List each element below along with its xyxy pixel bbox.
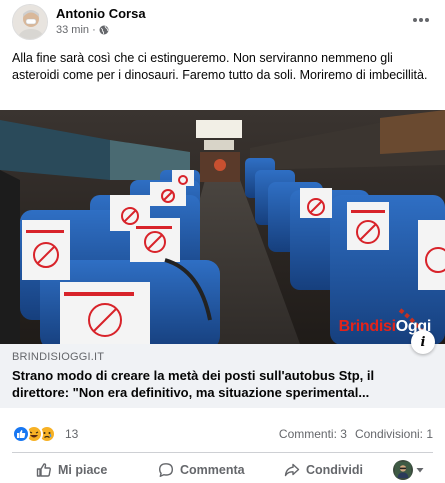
post-header: Antonio Corsa 33 min · <box>0 0 445 44</box>
divider <box>12 452 433 453</box>
author-avatar[interactable] <box>12 4 48 40</box>
comments-count[interactable]: Commenti: 3 <box>279 427 347 441</box>
reaction-count[interactable]: 13 <box>65 427 78 441</box>
reaction-profile-selector[interactable] <box>393 456 424 483</box>
post-timestamp[interactable]: 33 min · <box>56 24 96 36</box>
like-button[interactable]: Mi piace <box>36 456 107 483</box>
like-label: Mi piace <box>58 463 108 477</box>
caret-down-icon <box>416 468 424 473</box>
like-reaction-icon <box>12 425 30 443</box>
link-preview[interactable]: i BRINDISIOGGI.IT Strano modo di creare … <box>0 330 445 408</box>
more-options-button[interactable] <box>409 10 433 30</box>
comment-bubble-icon <box>159 463 173 477</box>
post-image[interactable]: BrindisiOggi <box>0 110 445 344</box>
post-actions: Mi piace Commenta Condividi <box>0 456 445 483</box>
post-meta: 33 min · <box>56 24 109 36</box>
more-horizontal-icon <box>413 18 429 22</box>
thumb-up-icon <box>36 463 51 477</box>
share-button[interactable]: Condividi <box>284 456 363 483</box>
comment-button[interactable]: Commenta <box>158 456 245 483</box>
share-label: Condividi <box>306 463 363 477</box>
engagement-counts: Commenti: 3 Condivisioni: 1 <box>279 427 433 441</box>
comment-label: Commenta <box>180 463 245 477</box>
watermark-brindisi: Brindisi <box>338 318 396 335</box>
link-title[interactable]: Strano modo di creare la metà dei posti … <box>12 367 432 401</box>
author-name[interactable]: Antonio Corsa <box>56 6 146 21</box>
link-domain: BRINDISIOGGI.IT <box>12 351 105 363</box>
info-icon[interactable]: i <box>411 330 435 354</box>
user-mini-avatar <box>393 460 413 480</box>
share-arrow-icon <box>284 463 300 477</box>
facebook-post: Antonio Corsa 33 min · Alla fine sarà co… <box>0 0 445 483</box>
reactions-summary[interactable]: 13 <box>12 424 78 444</box>
post-text: Alla fine sarà così che ci estingueremo.… <box>12 51 428 82</box>
shares-count[interactable]: Condivisioni: 1 <box>355 427 433 441</box>
globe-icon <box>99 25 109 35</box>
